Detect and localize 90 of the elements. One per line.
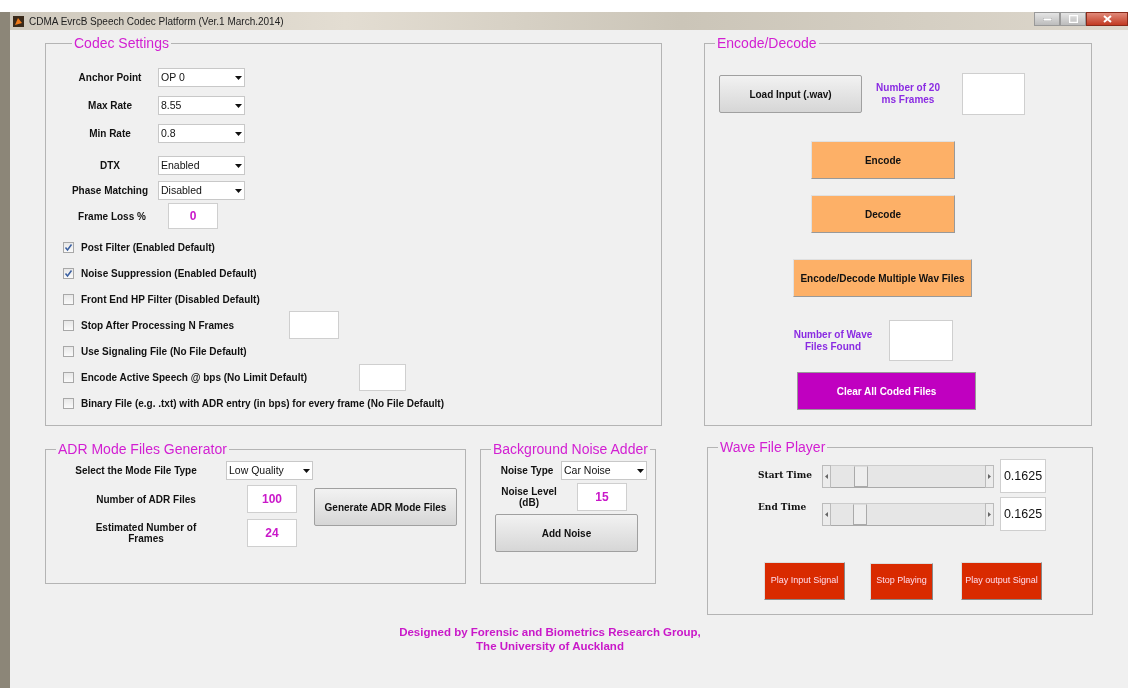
field-label: Number of 20 ms Frames bbox=[875, 82, 941, 106]
panel-title: Encode/Decode bbox=[716, 36, 818, 50]
field-label: Phase Matching bbox=[70, 184, 150, 198]
dropdown[interactable]: Disabled bbox=[158, 181, 245, 200]
caret-icon bbox=[235, 188, 242, 193]
scroll-right-button[interactable] bbox=[985, 464, 994, 488]
slider[interactable] bbox=[822, 502, 994, 526]
dropdown[interactable]: Car Noise bbox=[561, 461, 647, 480]
caret-icon bbox=[235, 163, 242, 168]
checkbox-label: Encode Active Speech @ bps (No Limit Default) bbox=[81, 370, 308, 385]
close-button[interactable] bbox=[1086, 12, 1128, 26]
value-field[interactable]: 0.1625 bbox=[1000, 459, 1046, 493]
caret-icon bbox=[637, 468, 644, 473]
field-label: End Time bbox=[758, 501, 808, 514]
checkbox-label: Use Signaling File (No File Default) bbox=[81, 344, 247, 359]
checkbox[interactable] bbox=[63, 397, 74, 409]
checkbox-label: Stop After Processing N Frames bbox=[81, 318, 234, 333]
field-label: Estimated Number of Frames bbox=[94, 522, 198, 544]
input-field[interactable]: 24 bbox=[247, 519, 297, 547]
add-noise-button[interactable]: Add Noise bbox=[495, 514, 638, 552]
clear-files-button[interactable]: Clear All Coded Files bbox=[797, 372, 976, 410]
dropdown[interactable]: OP 0 bbox=[158, 68, 245, 87]
footer-text: The University of Auckland bbox=[476, 639, 624, 654]
input-field[interactable]: 15 bbox=[577, 483, 627, 511]
dropdown[interactable]: 0.8 bbox=[158, 124, 245, 143]
footer-text: Designed by Forensic and Biometrics Research Group, bbox=[399, 625, 701, 640]
scroll-left-button[interactable] bbox=[822, 464, 831, 488]
field-label: Min Rate bbox=[88, 127, 132, 141]
generate-button[interactable]: Generate ADR Mode Files bbox=[314, 488, 457, 526]
input-field[interactable]: 100 bbox=[247, 485, 297, 513]
checkbox[interactable] bbox=[63, 241, 74, 253]
slider[interactable] bbox=[822, 464, 994, 488]
encode-decode-multiple-button[interactable]: Encode/Decode Multiple Wav Files bbox=[793, 259, 972, 297]
field-label: Number of Wave Files Found bbox=[792, 328, 874, 353]
field-label: Start Time bbox=[758, 469, 813, 483]
value-field[interactable]: 0.1625 bbox=[1000, 497, 1046, 531]
input-field[interactable] bbox=[289, 311, 339, 339]
input-field[interactable]: 0 bbox=[168, 203, 218, 229]
input-field[interactable] bbox=[359, 363, 407, 391]
minimize-button[interactable] bbox=[1034, 12, 1060, 26]
dropdown[interactable]: 8.55 bbox=[158, 96, 245, 115]
checkbox[interactable] bbox=[63, 371, 74, 383]
field-label: Max Rate bbox=[87, 99, 133, 113]
window-title: CDMA EvrcB Speech Codec Platform (Ver.1 March.2014) bbox=[29, 14, 284, 29]
play-button[interactable]: Play output Signal bbox=[961, 562, 1042, 600]
decode-button[interactable]: Decode bbox=[811, 195, 955, 233]
checkbox-label: Noise Suppression (Enabled Default) bbox=[81, 266, 257, 281]
input-field[interactable] bbox=[889, 320, 953, 361]
panel-title: Codec Settings bbox=[73, 36, 170, 50]
panel-title: ADR Mode Files Generator bbox=[57, 442, 228, 456]
caret-icon bbox=[235, 75, 242, 80]
panel-title: Wave File Player bbox=[719, 440, 827, 454]
maximize-icon bbox=[1068, 15, 1078, 23]
minimize-icon bbox=[1042, 17, 1052, 21]
field-label: Frame Loss % bbox=[77, 209, 147, 224]
stop-button[interactable]: Stop Playing bbox=[870, 562, 933, 600]
scroll-right-button[interactable] bbox=[985, 502, 994, 526]
dropdown[interactable]: Enabled bbox=[158, 156, 245, 175]
input-field[interactable] bbox=[962, 73, 1025, 115]
checkbox[interactable] bbox=[63, 319, 74, 331]
load-button[interactable]: Load Input (.wav) bbox=[719, 75, 862, 113]
caret-icon bbox=[235, 103, 242, 108]
app-icon bbox=[13, 15, 24, 27]
right-arrow-icon bbox=[988, 511, 991, 517]
left-arrow-icon bbox=[825, 473, 828, 479]
close-icon bbox=[1102, 15, 1112, 23]
encode-button[interactable]: Encode bbox=[811, 141, 955, 179]
checkbox-label: Binary File (e.g. .txt) with ADR entry (in bps) for every frame (No File Default) bbox=[81, 396, 444, 411]
panel-title: Background Noise Adder bbox=[492, 442, 649, 456]
play-button[interactable]: Play Input Signal bbox=[764, 562, 845, 600]
field-label: Noise Level (dB) bbox=[500, 485, 558, 509]
checkbox-label: Post Filter (Enabled Default) bbox=[81, 240, 215, 255]
field-label: Number of ADR Files bbox=[95, 493, 197, 505]
caret-icon bbox=[303, 468, 310, 473]
right-arrow-icon bbox=[988, 473, 991, 479]
field-label: DTX bbox=[99, 159, 121, 173]
checkbox[interactable] bbox=[63, 293, 74, 305]
left-arrow-icon bbox=[825, 511, 828, 517]
field-label: Select the Mode File Type bbox=[74, 464, 198, 478]
slider-thumb[interactable] bbox=[852, 503, 867, 525]
field-label: Noise Type bbox=[499, 464, 555, 478]
dropdown[interactable]: Low Quality bbox=[226, 461, 313, 480]
caret-icon bbox=[235, 131, 242, 136]
checkbox[interactable] bbox=[63, 267, 74, 279]
slider-thumb[interactable] bbox=[854, 465, 869, 487]
checkbox-label: Front End HP Filter (Disabled Default) bbox=[81, 292, 260, 307]
field-label: Anchor Point bbox=[77, 71, 143, 85]
maximize-button[interactable] bbox=[1060, 12, 1086, 26]
scroll-left-button[interactable] bbox=[822, 502, 831, 526]
checkbox[interactable] bbox=[63, 345, 74, 357]
